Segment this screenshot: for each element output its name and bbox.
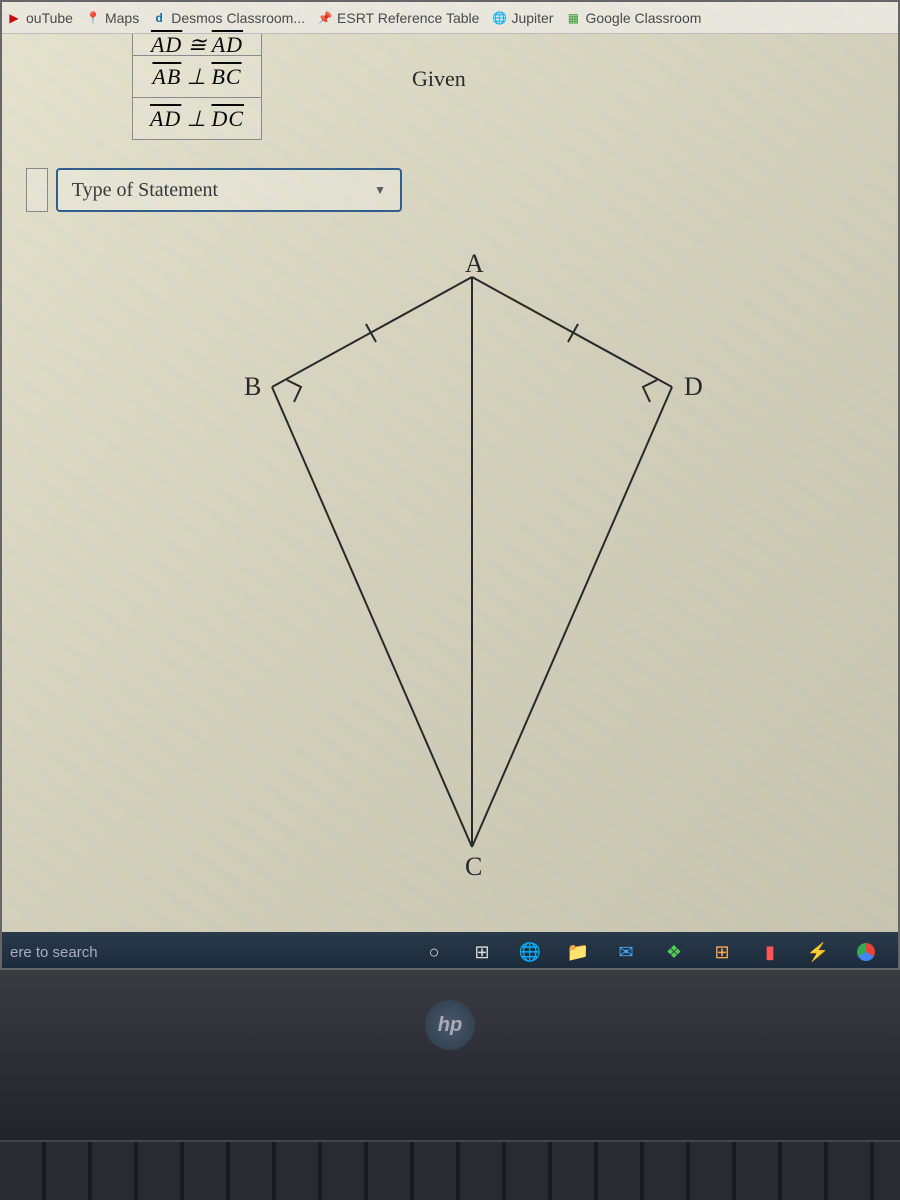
- dropdown-label: Type of Statement: [72, 179, 218, 202]
- maps-pin-icon: 📍: [85, 10, 101, 26]
- bookmark-maps[interactable]: 📍 Maps: [85, 10, 139, 26]
- mail-icon[interactable]: ✉: [614, 940, 638, 964]
- segment-BC: BC: [211, 64, 241, 89]
- windows-taskbar: ere to search ○ ⊞ 🌐 📁 ✉ ❖ ⊞ ▮ ⚡: [2, 932, 900, 970]
- perpendicular-symbol-2: ⊥: [187, 106, 206, 131]
- bookmark-esrt[interactable]: 📌 ESRT Reference Table: [317, 10, 479, 26]
- segment-DC: DC: [211, 106, 244, 131]
- bookmark-desmos[interactable]: d Desmos Classroom...: [151, 10, 305, 26]
- bookmark-label: Desmos Classroom...: [171, 10, 305, 26]
- taskbar-search[interactable]: ere to search: [6, 944, 98, 961]
- taskbar-icons: ○ ⊞ 🌐 📁 ✉ ❖ ⊞ ▮ ⚡: [422, 940, 878, 964]
- jupiter-icon: 🌐: [491, 10, 507, 26]
- proof-table: AD ≅ AD AB ⊥ BC Given AD ⊥ DC: [2, 34, 402, 212]
- bookmark-jupiter[interactable]: 🌐 Jupiter: [491, 10, 553, 26]
- proof-row-3: AD ⊥ DC: [2, 98, 402, 140]
- step-number-box[interactable]: [26, 168, 48, 212]
- bookmark-label: Jupiter: [511, 10, 553, 26]
- pushpin-icon: 📌: [317, 10, 333, 26]
- segment-AD-2: AD: [212, 32, 243, 57]
- vertex-A: A: [465, 249, 484, 279]
- classroom-icon: ▦: [565, 10, 581, 26]
- keyboard-edge: [0, 1140, 900, 1200]
- proof-row-2: AB ⊥ BC Given: [2, 56, 402, 98]
- hp-logo: hp: [425, 1000, 475, 1050]
- segment-AB: AB: [152, 64, 181, 89]
- vertex-B: B: [244, 372, 261, 402]
- bookmark-youtube[interactable]: ▶ ouTube: [6, 10, 73, 26]
- congruent-symbol: ≅: [188, 32, 206, 57]
- vertex-C: C: [465, 852, 482, 882]
- segment-AD: AD: [151, 32, 182, 57]
- desmos-icon: d: [151, 10, 167, 26]
- chrome-icon[interactable]: [854, 940, 878, 964]
- reason-given: Given: [412, 66, 466, 92]
- task-view-icon[interactable]: ⊞: [470, 940, 494, 964]
- screen-area: ▶ ouTube 📍 Maps d Desmos Classroom... 📌 …: [0, 0, 900, 970]
- kite-diagram: A B D C: [162, 257, 782, 897]
- chevron-down-icon: ▼: [374, 183, 386, 198]
- bookmark-label: Google Classroom: [585, 10, 701, 26]
- bookmark-label: Maps: [105, 10, 139, 26]
- perpendicular-symbol: ⊥: [187, 64, 206, 89]
- store-icon[interactable]: ⊞: [710, 940, 734, 964]
- kite-svg: [162, 257, 782, 897]
- bookmark-label: ESRT Reference Table: [337, 10, 479, 26]
- cortana-icon[interactable]: ○: [422, 940, 446, 964]
- proof-row-1: AD ≅ AD: [2, 34, 402, 56]
- app-icon-2[interactable]: ⚡: [806, 940, 830, 964]
- app-icon[interactable]: ❖: [662, 940, 686, 964]
- office-icon[interactable]: ▮: [758, 940, 782, 964]
- edge-icon[interactable]: 🌐: [518, 940, 542, 964]
- bookmark-label: ouTube: [26, 10, 73, 26]
- dropdown-row: Type of Statement ▼: [26, 168, 402, 212]
- segment-AD-3: AD: [150, 106, 181, 131]
- youtube-icon: ▶: [6, 10, 22, 26]
- bookmarks-bar: ▶ ouTube 📍 Maps d Desmos Classroom... 📌 …: [2, 2, 898, 34]
- vertex-D: D: [684, 372, 703, 402]
- file-explorer-icon[interactable]: 📁: [566, 940, 590, 964]
- laptop-bezel: hp: [0, 970, 900, 1200]
- type-of-statement-dropdown[interactable]: Type of Statement ▼: [56, 168, 402, 212]
- bookmark-google-classroom[interactable]: ▦ Google Classroom: [565, 10, 701, 26]
